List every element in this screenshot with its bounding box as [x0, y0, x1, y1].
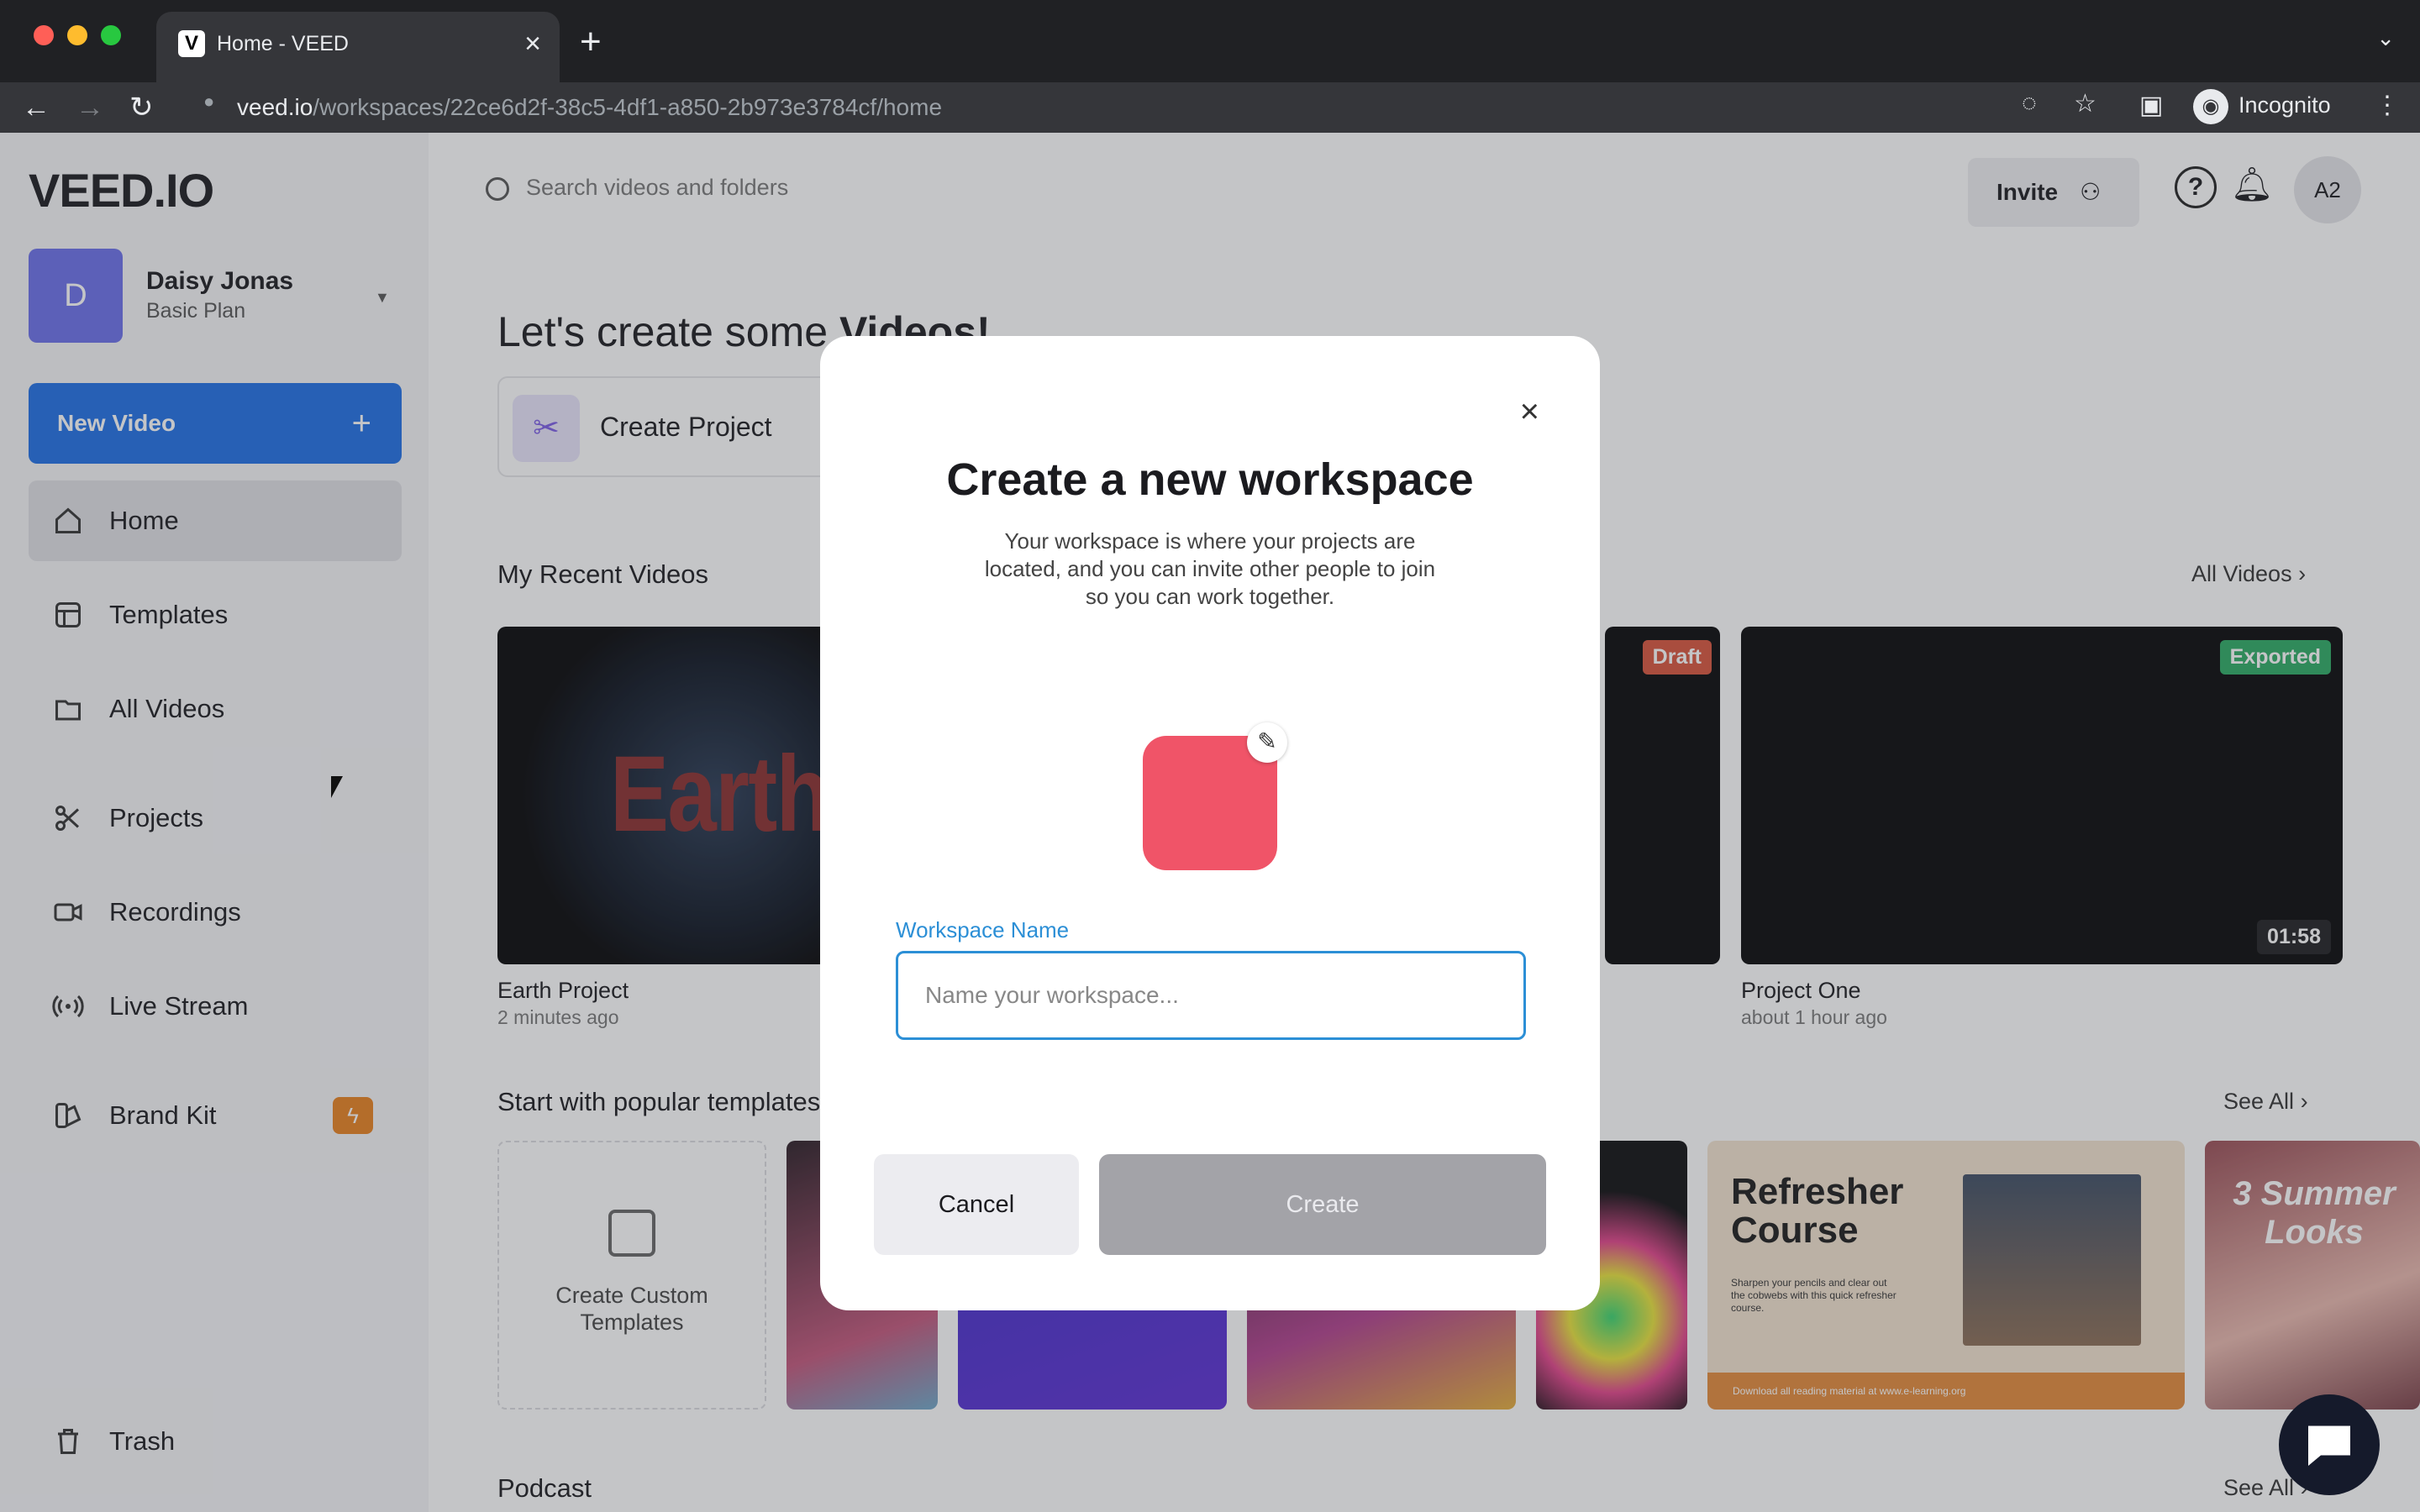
- modal-description: Your workspace is where your projects ar…: [984, 528, 1436, 609]
- side-panel-icon[interactable]: ▣: [2139, 91, 2163, 120]
- create-workspace-modal: × Create a new workspace Your workspace …: [820, 336, 1600, 1310]
- eye-off-icon[interactable]: ◌: [2022, 89, 2037, 118]
- new-tab-button[interactable]: +: [580, 22, 602, 62]
- url-host: veed.io: [237, 94, 313, 120]
- close-icon[interactable]: ×: [1520, 395, 1539, 428]
- workspace-name-input[interactable]: [896, 951, 1526, 1040]
- mouse-cursor: [331, 776, 343, 798]
- address-bar[interactable]: ● veed.io/workspaces/22ce6d2f-38c5-4df1-…: [183, 87, 2376, 128]
- close-window-button[interactable]: [34, 25, 54, 45]
- url-path: /workspaces/22ce6d2f-38c5-4df1-a850-2b97…: [313, 94, 943, 120]
- create-button[interactable]: Create: [1099, 1154, 1546, 1255]
- url-text: veed.io/workspaces/22ce6d2f-38c5-4df1-a8…: [237, 94, 942, 121]
- workspace-name-label: Workspace Name: [896, 917, 1070, 942]
- tab-search-chevron-icon[interactable]: ⌄: [2376, 25, 2395, 51]
- reload-icon[interactable]: ↻: [129, 89, 154, 126]
- chat-support-button[interactable]: [2279, 1394, 2380, 1495]
- back-arrow-icon[interactable]: ←: [22, 89, 50, 126]
- chat-bubble-icon: [2308, 1425, 2350, 1466]
- close-tab-icon[interactable]: ×: [524, 27, 541, 60]
- cancel-button[interactable]: Cancel: [874, 1154, 1079, 1255]
- modal-title: Create a new workspace: [946, 454, 1474, 505]
- browser-menu-icon[interactable]: ⋮: [2375, 91, 2400, 120]
- pencil-edit-icon[interactable]: ✎: [1247, 722, 1287, 763]
- browser-toolbar: ← → ↻ ● veed.io/workspaces/22ce6d2f-38c5…: [0, 82, 2420, 133]
- tab-title: Home - VEED: [217, 32, 349, 55]
- lock-icon: ●: [203, 91, 215, 112]
- bookmark-star-icon[interactable]: ☆: [2074, 89, 2096, 118]
- veed-favicon-icon: V: [178, 30, 205, 57]
- browser-tab[interactable]: V Home - VEED ×: [156, 12, 560, 82]
- incognito-label[interactable]: Incognito: [2238, 92, 2331, 118]
- forward-arrow-icon[interactable]: →: [76, 89, 104, 126]
- maximize-window-button[interactable]: [101, 25, 121, 45]
- browser-tab-bar: V Home - VEED × + ⌄: [0, 0, 2420, 82]
- incognito-icon: ◉: [2193, 89, 2228, 124]
- minimize-window-button[interactable]: [67, 25, 87, 45]
